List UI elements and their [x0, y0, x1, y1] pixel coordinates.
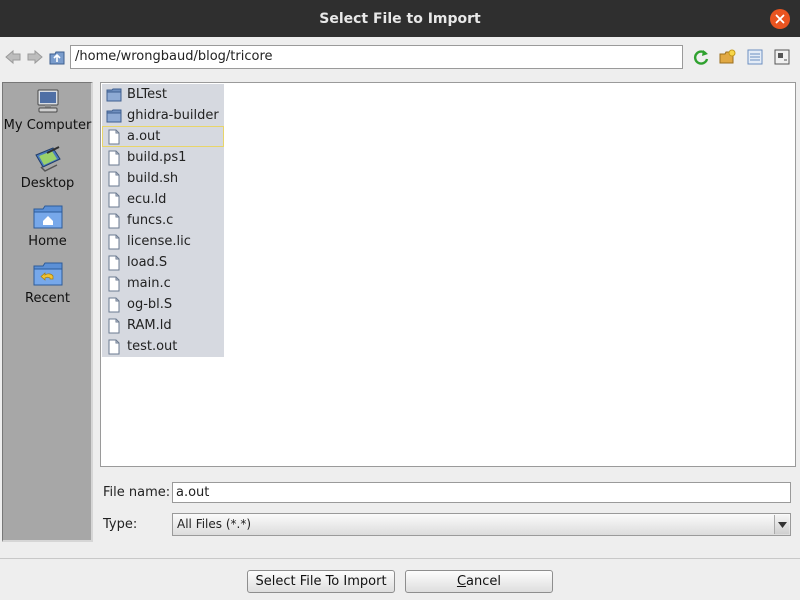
- recent-folder-icon: [33, 262, 62, 286]
- file-icon: [108, 255, 120, 270]
- shortcut-label: Desktop: [20, 176, 75, 191]
- file-name: load.S: [127, 255, 168, 270]
- file-name: funcs.c: [127, 213, 174, 228]
- file-row[interactable]: load.S: [102, 252, 224, 273]
- folder-row[interactable]: ghidra-builder: [102, 105, 224, 126]
- shortcut-desktop[interactable]: Desktop: [3, 145, 92, 191]
- up-folder-icon[interactable]: [49, 49, 66, 66]
- file-name: build.sh: [127, 171, 179, 186]
- type-label: Type:: [103, 517, 138, 532]
- file-icon: [108, 171, 120, 186]
- file-row[interactable]: build.sh: [102, 168, 224, 189]
- file-row[interactable]: ecu.ld: [102, 189, 224, 210]
- file-name: ghidra-builder: [127, 108, 219, 123]
- file-row[interactable]: RAM.ld: [102, 315, 224, 336]
- file-name: main.c: [127, 276, 171, 291]
- file-icon: [108, 297, 120, 312]
- import-button-label: Select File To Import: [255, 574, 387, 589]
- chevron-down-icon: [777, 521, 787, 528]
- file-row[interactable]: funcs.c: [102, 210, 224, 231]
- file-row[interactable]: og-bl.S: [102, 294, 224, 315]
- file-icon: [108, 318, 120, 333]
- separator: [0, 558, 800, 559]
- file-icon: [108, 339, 120, 354]
- shortcut-label: My Computer: [3, 118, 92, 133]
- shortcut-recent[interactable]: Recent: [3, 260, 92, 306]
- file-row[interactable]: a.out: [102, 126, 224, 147]
- file-icon: [108, 192, 120, 207]
- file-icon: [108, 129, 120, 144]
- file-row[interactable]: license.lic: [102, 231, 224, 252]
- cancel-label-rest: ancel: [466, 574, 502, 589]
- close-button[interactable]: [770, 9, 790, 29]
- select-file-to-import-button[interactable]: Select File To Import: [247, 570, 395, 593]
- cancel-button[interactable]: Cancel: [405, 570, 553, 593]
- file-icon: [108, 213, 120, 228]
- filename-input[interactable]: a.out: [172, 482, 791, 503]
- shortcut-label: Recent: [25, 291, 70, 306]
- file-name: RAM.ld: [127, 318, 172, 333]
- file-row[interactable]: build.ps1: [102, 147, 224, 168]
- computer-icon: [37, 89, 58, 113]
- shortcut-home[interactable]: Home: [3, 203, 92, 249]
- folder-row[interactable]: BLTest: [102, 84, 224, 105]
- file-row[interactable]: main.c: [102, 273, 224, 294]
- file-name: build.ps1: [127, 150, 187, 165]
- new-folder-icon[interactable]: [719, 48, 737, 66]
- title-bar: Select File to Import: [0, 0, 800, 37]
- details-view-icon[interactable]: [773, 48, 791, 66]
- file-column: BLTest ghidra-builder a.out build.ps1 build.…: [102, 84, 224, 357]
- cancel-mnemonic: C: [456, 574, 467, 589]
- file-row[interactable]: test.out: [102, 336, 224, 357]
- file-name: license.lic: [127, 234, 191, 249]
- file-list[interactable]: BLTest ghidra-builder a.out build.ps1 build.…: [100, 82, 796, 467]
- close-icon: [775, 14, 785, 24]
- type-select[interactable]: All Files (*.*): [172, 513, 791, 536]
- folder-icon: [106, 109, 122, 122]
- file-icon: [108, 276, 120, 291]
- file-name: BLTest: [127, 87, 167, 102]
- desktop-icon: [34, 146, 61, 172]
- shortcut-my-computer[interactable]: My Computer: [3, 87, 92, 133]
- window-title: Select File to Import: [319, 10, 481, 27]
- folder-icon: [106, 88, 122, 101]
- file-name: og-bl.S: [127, 297, 173, 312]
- file-icon: [108, 150, 120, 165]
- file-name: ecu.ld: [127, 192, 167, 207]
- back-arrow-icon[interactable]: [5, 49, 21, 65]
- list-view-icon[interactable]: [746, 48, 764, 66]
- forward-arrow-icon[interactable]: [27, 49, 43, 65]
- refresh-icon[interactable]: [692, 48, 710, 66]
- path-field[interactable]: /home/wrongbaud/blog/tricore: [70, 45, 683, 69]
- shortcut-label: Home: [28, 234, 67, 249]
- file-name: a.out: [127, 129, 161, 144]
- combo-arrow-button[interactable]: [774, 515, 789, 534]
- type-select-value: All Files (*.*): [177, 517, 252, 531]
- file-icon: [108, 234, 120, 249]
- filename-label: File name:: [103, 485, 171, 500]
- shortcut-panel: My Computer Desktop Home Recent: [2, 82, 93, 542]
- home-folder-icon: [33, 205, 62, 229]
- toolbar: /home/wrongbaud/blog/tricore: [0, 37, 800, 79]
- file-name: test.out: [127, 339, 178, 354]
